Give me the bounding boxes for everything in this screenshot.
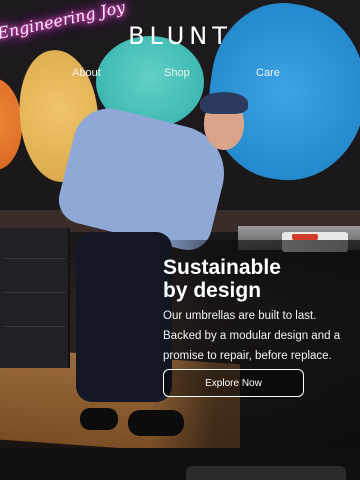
person-shoe [80,408,118,430]
umbrella-orange-image [0,78,22,170]
drawer-divider [4,258,66,259]
next-section-card [186,466,346,480]
drawer-divider [4,326,66,327]
nav-about-link[interactable]: About [72,67,101,79]
drawer-unit [0,228,70,368]
person-cap [200,92,248,114]
hero-headline: Sustainable by design [163,256,281,302]
hero-body-text: Our umbrellas are built to last. Backed … [163,310,341,362]
drawer-divider [4,292,66,293]
nav-shop-link[interactable]: Shop [164,67,190,79]
explore-now-button[interactable]: Explore Now [163,369,304,397]
hero-section: Engineering Joy BLUNT About Shop Care Su… [0,0,360,448]
hero-headline-line1: Sustainable [163,256,281,279]
brand-logo[interactable]: BLUNT [0,22,360,50]
nav-care-link[interactable]: Care [256,67,280,79]
hero-headline-line2: by design [163,279,262,302]
